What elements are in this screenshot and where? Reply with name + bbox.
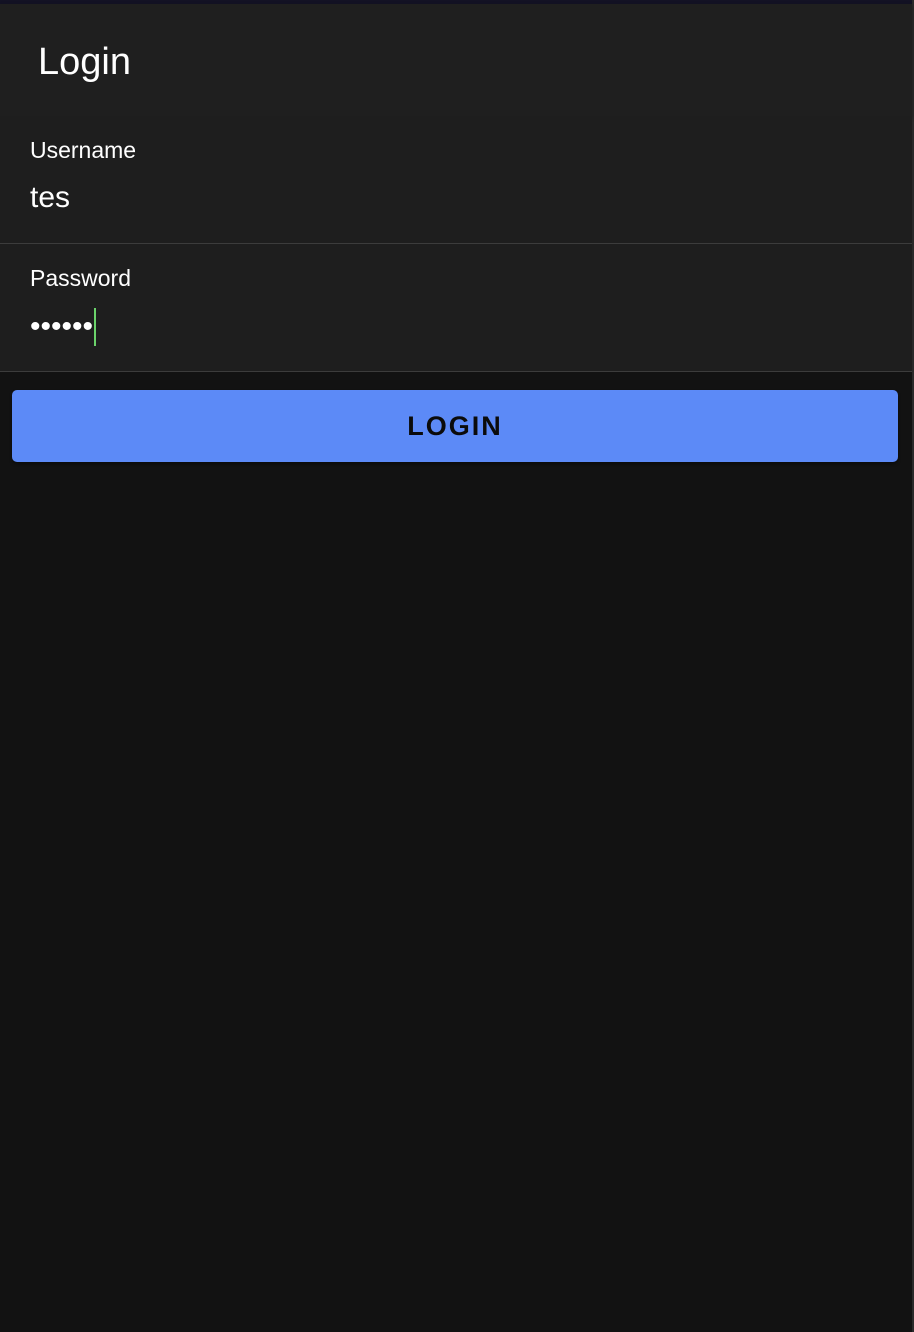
username-input[interactable] <box>30 180 870 216</box>
password-field[interactable]: Password •••••• <box>0 244 912 372</box>
password-masked-value: •••••• <box>30 310 94 343</box>
text-caret <box>94 308 97 346</box>
page-title: Login <box>38 41 131 83</box>
login-button[interactable]: LOGIN <box>12 390 898 462</box>
password-label: Password <box>30 265 131 291</box>
username-field[interactable]: Username <box>0 116 912 244</box>
login-screen: Login Username Password •••••• LOGIN <box>0 0 914 1332</box>
app-header: Login <box>0 4 912 116</box>
login-button-label: LOGIN <box>407 410 503 441</box>
username-label: Username <box>30 137 137 163</box>
password-input[interactable]: •••••• <box>30 308 97 346</box>
